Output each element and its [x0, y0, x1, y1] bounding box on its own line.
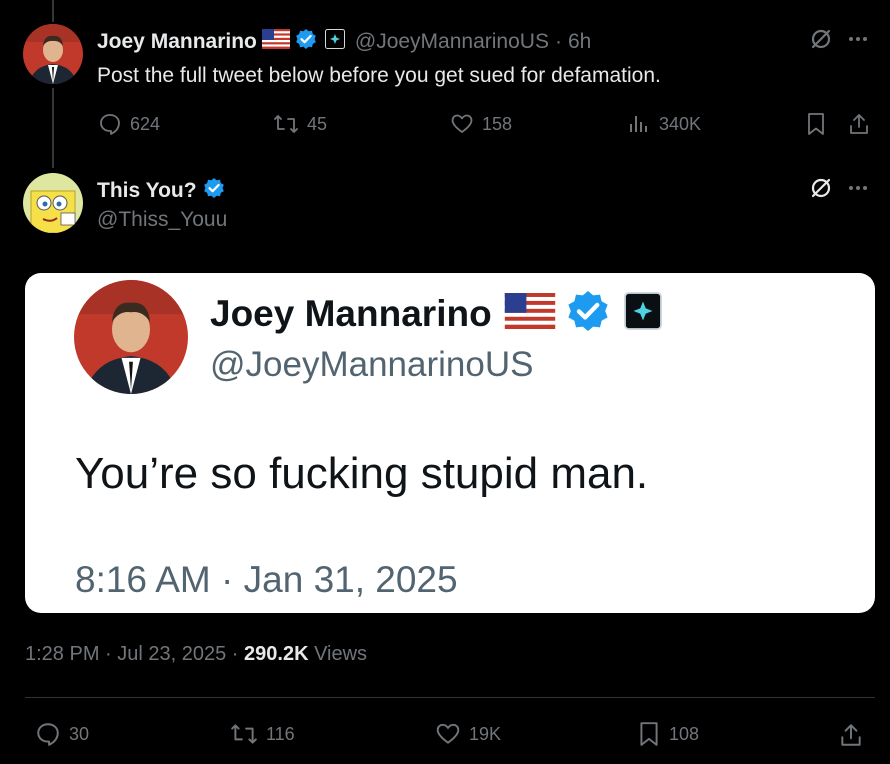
main-reply-count: 30 [69, 723, 90, 744]
main-reply-button[interactable]: 30 [35, 721, 89, 747]
verified-badge-icon [566, 289, 610, 338]
us-flag-icon [261, 29, 290, 54]
main-handle-row: @Thiss_Youu [97, 208, 227, 232]
like-icon [451, 114, 473, 133]
parent-handle[interactable]: @JoeyMannarinoUS [355, 30, 549, 54]
parent-views-button[interactable]: 340K [627, 112, 701, 136]
main-bookmark-count: 108 [669, 723, 700, 744]
quoted-handle: @JoeyMannarinoUS [210, 345, 534, 384]
quoted-display-name: Joey Mannarino [210, 292, 492, 334]
grok-icon[interactable] [808, 26, 834, 52]
main-repost-count: 116 [266, 723, 295, 744]
more-icon[interactable] [846, 177, 870, 199]
views-label: Views [308, 643, 368, 665]
parent-like-count: 158 [482, 113, 513, 134]
share-icon [850, 114, 868, 134]
views-icon [630, 116, 647, 132]
bookmark-icon [640, 722, 658, 746]
separator-dot: · [554, 29, 562, 53]
main-like-button[interactable]: 19K [435, 721, 501, 747]
main-display-name[interactable]: This You? [97, 179, 197, 203]
parent-share-button[interactable] [846, 111, 872, 137]
quoted-header: Joey Mannarino [210, 289, 662, 338]
repost-icon [274, 115, 298, 133]
parent-avatar[interactable] [23, 24, 83, 84]
grok-icon[interactable] [808, 175, 834, 201]
parent-repost-button[interactable]: 45 [273, 112, 327, 136]
main-bookmark-button[interactable]: 108 [637, 721, 699, 747]
us-flag-icon [504, 293, 556, 334]
tweet-meta: 1:28 PM · Jul 23, 2025 · 290.2K Views [25, 643, 367, 666]
main-like-count: 19K [469, 723, 502, 744]
tweet-image[interactable]: Joey Mannarino @JoeyMannarinoUS You’re s… [25, 273, 875, 613]
parent-display-name[interactable]: Joey Mannarino [97, 30, 257, 54]
main-header: This You? [97, 177, 225, 204]
parent-header: Joey Mannarino @JoeyMannarinoUS · 6h [97, 28, 591, 55]
tweet-timestamp[interactable]: 1:28 PM · Jul 23, 2025 · [25, 643, 244, 665]
verified-badge-icon [203, 177, 225, 204]
parent-tweet-text: Post the full tweet below before you get… [97, 64, 661, 87]
verified-badge-icon [295, 28, 317, 55]
repost-icon [231, 724, 257, 744]
quoted-timestamp: 8:16 AM · Jan 31, 2025 [75, 559, 458, 600]
quoted-avatar [74, 280, 188, 394]
reply-icon [37, 723, 59, 746]
main-repost-button[interactable]: 116 [230, 721, 295, 747]
views-count: 290.2K [244, 643, 309, 665]
quoted-tweet-text: You’re so fucking stupid man. [75, 449, 649, 498]
parent-reply-button[interactable]: 624 [98, 112, 160, 136]
share-icon [841, 724, 861, 746]
like-icon [436, 723, 460, 744]
main-share-button[interactable] [837, 721, 865, 749]
parent-repost-count: 45 [307, 113, 328, 134]
parent-reply-count: 624 [130, 113, 161, 134]
thread-line-top [52, 0, 54, 22]
reply-icon [100, 114, 120, 135]
parent-time[interactable]: 6h [568, 30, 591, 54]
more-icon[interactable] [846, 28, 870, 50]
main-handle[interactable]: @Thiss_Youu [97, 208, 227, 232]
divider [25, 697, 875, 698]
bookmark-icon [808, 113, 824, 135]
parent-bookmark-button[interactable] [803, 111, 829, 137]
parent-like-button[interactable]: 158 [450, 112, 512, 136]
thread-line-middle [52, 88, 54, 168]
main-avatar[interactable] [23, 173, 83, 233]
affiliate-badge-icon [623, 292, 662, 335]
parent-views-count: 340K [659, 113, 702, 134]
affiliate-badge-icon [324, 29, 345, 54]
